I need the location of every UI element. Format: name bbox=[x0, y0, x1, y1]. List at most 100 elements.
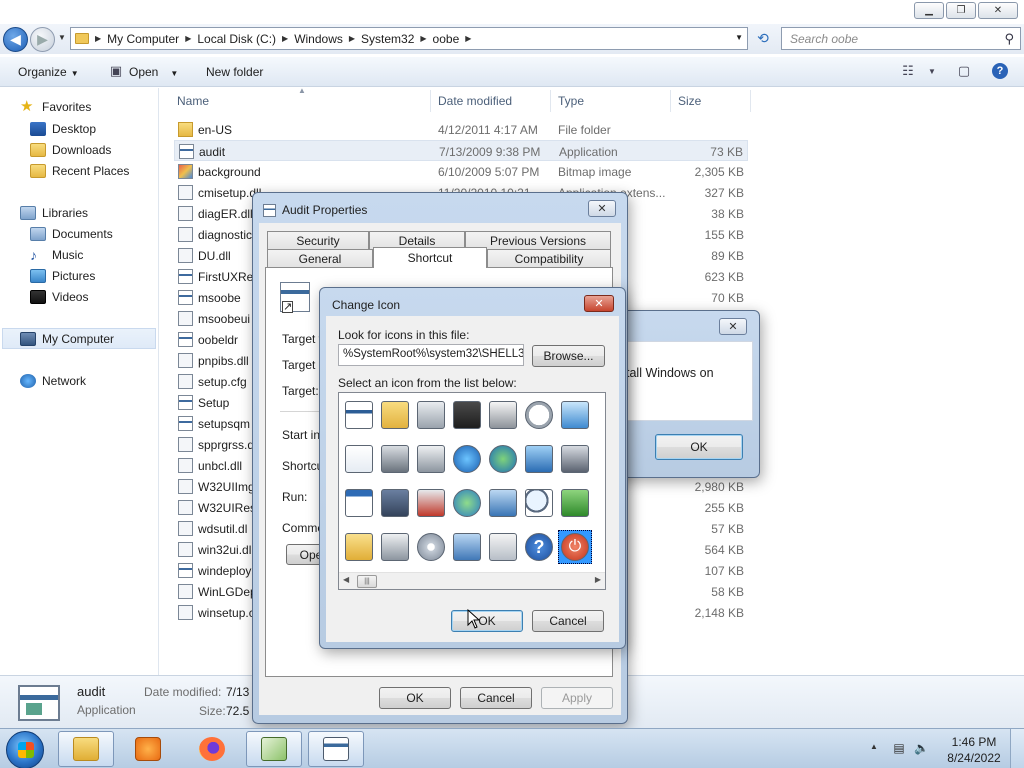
tab-security[interactable]: Security bbox=[267, 231, 369, 249]
maximize-button[interactable]: ❐ bbox=[946, 2, 976, 19]
column-header-date[interactable]: Date modified bbox=[438, 94, 512, 108]
taskbar-explorer[interactable] bbox=[58, 731, 114, 767]
cancel-button[interactable]: Cancel bbox=[460, 687, 532, 709]
nav-recent-places[interactable]: Recent Places bbox=[30, 160, 129, 181]
tab-shortcut[interactable]: Shortcut bbox=[373, 247, 487, 268]
column-divider[interactable] bbox=[430, 90, 431, 112]
nav-downloads[interactable]: Downloads bbox=[30, 139, 111, 160]
organize-button[interactable]: Organize ▼ bbox=[18, 65, 79, 79]
icon-choice[interactable] bbox=[378, 486, 412, 520]
cancel-button[interactable]: Cancel bbox=[532, 610, 604, 632]
file-row[interactable]: background 6/10/2009 5:07 PM Bitmap image 2… bbox=[174, 161, 748, 182]
chevron-right-icon[interactable]: ▶ bbox=[95, 34, 101, 43]
icon-choice[interactable] bbox=[558, 486, 592, 520]
message-ok-button[interactable]: OK bbox=[655, 434, 743, 460]
ok-button[interactable]: OK bbox=[451, 610, 523, 632]
scrollbar-thumb[interactable]: ||| bbox=[357, 575, 377, 588]
icon-choice[interactable] bbox=[522, 486, 556, 520]
open-button[interactable]: Open ▼ bbox=[129, 65, 178, 79]
close-button[interactable]: ✕ bbox=[584, 295, 614, 312]
nav-music[interactable]: ♪ Music bbox=[30, 244, 83, 265]
icon-choice[interactable] bbox=[342, 398, 376, 432]
taskbar-app-chart[interactable] bbox=[246, 731, 302, 767]
breadcrumb-system32[interactable]: System32 bbox=[361, 32, 414, 46]
tab-compatibility[interactable]: Compatibility bbox=[487, 249, 611, 267]
apply-button[interactable]: Apply bbox=[541, 687, 613, 709]
icon-choice[interactable] bbox=[486, 398, 520, 432]
nav-videos[interactable]: Videos bbox=[30, 286, 88, 307]
volume-icon[interactable]: 🔈 bbox=[914, 741, 929, 755]
recent-pages-button[interactable]: ▼ bbox=[58, 33, 66, 42]
breadcrumb-my-computer[interactable]: My Computer bbox=[107, 32, 179, 46]
chevron-right-icon[interactable]: ▶ bbox=[420, 34, 426, 43]
icon-file-path-input[interactable]: %SystemRoot%\system32\SHELL32.dll bbox=[338, 344, 524, 366]
column-header-name[interactable]: Name bbox=[177, 94, 209, 108]
icon-choice[interactable] bbox=[486, 486, 520, 520]
icon-choice[interactable] bbox=[414, 398, 448, 432]
nav-my-computer[interactable]: My Computer bbox=[2, 328, 156, 349]
clock-date[interactable]: 8/24/2022 bbox=[946, 751, 1002, 765]
column-divider[interactable] bbox=[750, 90, 751, 112]
show-desktop-button[interactable] bbox=[1010, 729, 1024, 768]
chevron-right-icon[interactable]: ▶ bbox=[185, 34, 191, 43]
scroll-left-icon[interactable]: ◀ bbox=[343, 575, 349, 584]
icon-choice[interactable] bbox=[378, 530, 412, 564]
icon-choice[interactable] bbox=[558, 398, 592, 432]
nav-network[interactable]: Network bbox=[20, 370, 86, 391]
clock-time[interactable]: 1:46 PM bbox=[948, 735, 1000, 749]
close-button[interactable]: ✕ bbox=[588, 200, 616, 217]
close-button[interactable]: ✕ bbox=[719, 318, 747, 335]
search-input[interactable]: Search oobe ⚲ bbox=[781, 27, 1021, 50]
icon-choice[interactable] bbox=[486, 530, 520, 564]
nav-pictures[interactable]: Pictures bbox=[30, 265, 95, 286]
taskbar-media-player[interactable] bbox=[120, 731, 176, 767]
icon-choice[interactable] bbox=[378, 442, 412, 476]
preview-pane-icon[interactable]: ▢ bbox=[956, 63, 972, 79]
icon-choice[interactable] bbox=[558, 442, 592, 476]
column-header-size[interactable]: Size bbox=[678, 94, 701, 108]
forward-button[interactable]: ▶ bbox=[30, 27, 55, 52]
icon-choice[interactable]: ⏻ bbox=[558, 530, 592, 564]
search-icon[interactable]: ⚲ bbox=[1004, 31, 1014, 47]
icon-choice[interactable] bbox=[342, 442, 376, 476]
new-folder-button[interactable]: New folder bbox=[206, 65, 263, 79]
icon-choice[interactable] bbox=[450, 486, 484, 520]
nav-documents[interactable]: Documents bbox=[30, 223, 113, 244]
file-row[interactable]: en-US 4/12/2011 4:17 AM File folder bbox=[174, 119, 748, 140]
help-icon[interactable]: ? bbox=[992, 63, 1008, 79]
icon-choice[interactable] bbox=[342, 530, 376, 564]
address-bar[interactable]: ▶ My Computer ▶ Local Disk (C:) ▶ Window… bbox=[70, 27, 748, 50]
chevron-right-icon[interactable]: ▶ bbox=[465, 34, 471, 43]
icon-choice[interactable] bbox=[450, 442, 484, 476]
icon-choice[interactable] bbox=[414, 530, 448, 564]
tab-general[interactable]: General bbox=[267, 249, 373, 267]
nav-desktop[interactable]: Desktop bbox=[30, 118, 96, 139]
close-button[interactable]: ✕ bbox=[978, 2, 1018, 19]
taskbar-audit[interactable] bbox=[308, 731, 364, 767]
icon-list[interactable]: ? ⏻ ◀ ||| ▶ bbox=[338, 392, 606, 590]
icon-choice[interactable] bbox=[450, 530, 484, 564]
minimize-button[interactable]: ▁ bbox=[914, 2, 944, 19]
column-divider[interactable] bbox=[550, 90, 551, 112]
address-dropdown-icon[interactable]: ▼ bbox=[735, 33, 743, 42]
breadcrumb-windows[interactable]: Windows bbox=[294, 32, 343, 46]
chevron-right-icon[interactable]: ▶ bbox=[349, 34, 355, 43]
breadcrumb-local-disk[interactable]: Local Disk (C:) bbox=[197, 32, 276, 46]
icon-choice[interactable] bbox=[522, 442, 556, 476]
icon-choice[interactable] bbox=[450, 398, 484, 432]
icon-choice[interactable]: ? bbox=[522, 530, 556, 564]
browse-button[interactable]: Browse... bbox=[532, 345, 605, 367]
icon-choice[interactable] bbox=[342, 486, 376, 520]
icon-choice[interactable] bbox=[414, 442, 448, 476]
chevron-down-icon[interactable]: ▼ bbox=[924, 63, 940, 79]
file-row[interactable]: audit 7/13/2009 9:38 PM Application 73 KB bbox=[174, 140, 748, 161]
back-button[interactable]: ◀ bbox=[3, 27, 28, 52]
nav-favorites[interactable]: ★ Favorites bbox=[20, 96, 91, 117]
icon-choice[interactable] bbox=[522, 398, 556, 432]
refresh-icon[interactable]: ⟲ bbox=[752, 30, 774, 48]
horizontal-scrollbar[interactable]: ◀ ||| ▶ bbox=[339, 572, 605, 589]
taskbar-firefox[interactable] bbox=[184, 731, 240, 767]
icon-choice[interactable] bbox=[486, 442, 520, 476]
nav-libraries[interactable]: Libraries bbox=[20, 202, 88, 223]
icon-choice[interactable] bbox=[414, 486, 448, 520]
